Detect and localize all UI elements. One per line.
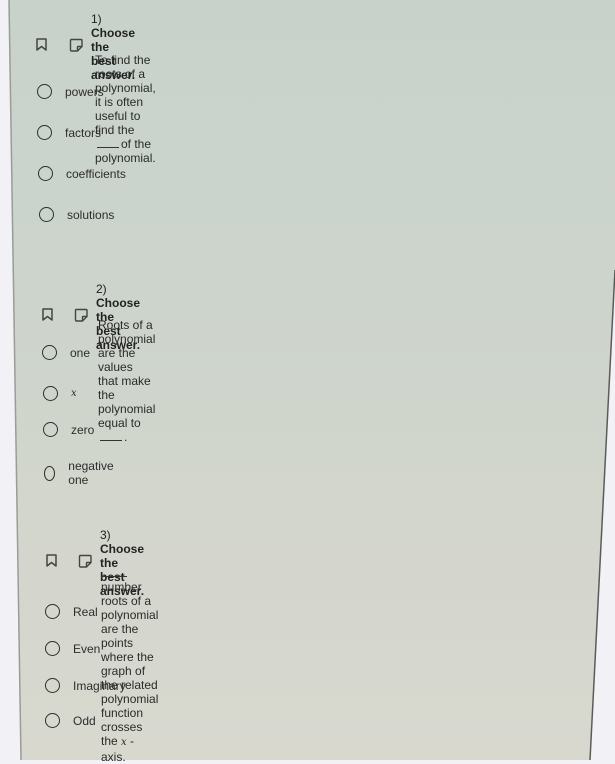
option-one[interactable]: one bbox=[42, 345, 90, 360]
radio-button[interactable] bbox=[44, 465, 56, 481]
answer-blank bbox=[101, 567, 127, 577]
radio-button[interactable] bbox=[43, 386, 58, 401]
radio-button[interactable] bbox=[45, 641, 60, 656]
option-even[interactable]: Even bbox=[45, 641, 100, 656]
option-imaginary[interactable]: Imaginary bbox=[45, 678, 126, 693]
option-label: coefficients bbox=[66, 166, 126, 181]
question-2-prompt: Roots of a polynomial are the values tha… bbox=[98, 318, 155, 444]
option-label: Odd bbox=[73, 713, 96, 728]
radio-button[interactable] bbox=[37, 125, 52, 140]
note-icon[interactable] bbox=[74, 308, 88, 327]
option-label: zero bbox=[71, 422, 95, 437]
option-x[interactable]: x bbox=[43, 386, 77, 401]
prompt-text: To find the roots of a polynomial, it is… bbox=[95, 53, 156, 137]
option-label: x bbox=[71, 388, 77, 399]
option-label: powers bbox=[65, 84, 104, 99]
option-label: Real bbox=[73, 604, 98, 619]
answer-blank bbox=[100, 431, 122, 441]
radio-button[interactable] bbox=[45, 713, 60, 728]
option-label: solutions bbox=[67, 207, 115, 222]
option-factors[interactable]: factors bbox=[37, 125, 101, 140]
bookmark-icon[interactable] bbox=[46, 554, 57, 572]
radio-button[interactable] bbox=[42, 345, 57, 360]
prompt-line-2: function crosses the x -axis. bbox=[101, 706, 158, 764]
radio-button[interactable] bbox=[43, 422, 58, 437]
option-label: Imaginary bbox=[73, 678, 126, 693]
question-number: 3) bbox=[100, 528, 111, 542]
option-label: Even bbox=[73, 641, 101, 656]
option-powers[interactable]: powers bbox=[37, 84, 104, 99]
option-negative-one[interactable]: negative one bbox=[44, 459, 117, 487]
prompt-text: Roots of a polynomial are the values tha… bbox=[98, 318, 156, 430]
prompt-text: . bbox=[124, 430, 128, 444]
option-coefficients[interactable]: coefficients bbox=[38, 166, 126, 181]
radio-button[interactable] bbox=[38, 166, 53, 181]
option-label: one bbox=[70, 345, 91, 360]
option-odd[interactable]: Odd bbox=[45, 713, 96, 728]
question-number: 1) bbox=[91, 12, 102, 26]
question-number: 2) bbox=[96, 282, 107, 296]
option-solutions[interactable]: solutions bbox=[39, 207, 114, 222]
radio-button[interactable] bbox=[45, 604, 60, 619]
question-3-prompt: number roots of a polynomial are the poi… bbox=[101, 566, 158, 764]
bookmark-icon[interactable] bbox=[36, 38, 47, 56]
radio-button[interactable] bbox=[39, 207, 54, 222]
question-1-prompt: To find the roots of a polynomial, it is… bbox=[95, 53, 156, 165]
option-zero[interactable]: zero bbox=[43, 422, 94, 437]
radio-button[interactable] bbox=[45, 678, 60, 693]
bookmark-icon[interactable] bbox=[42, 308, 53, 326]
option-label: negative one bbox=[68, 459, 114, 487]
math-variable: x bbox=[121, 737, 127, 748]
option-label: factors bbox=[65, 125, 102, 140]
note-icon[interactable] bbox=[78, 554, 92, 573]
radio-button[interactable] bbox=[37, 84, 52, 99]
note-icon[interactable] bbox=[69, 38, 83, 57]
option-real[interactable]: Real bbox=[45, 604, 98, 619]
